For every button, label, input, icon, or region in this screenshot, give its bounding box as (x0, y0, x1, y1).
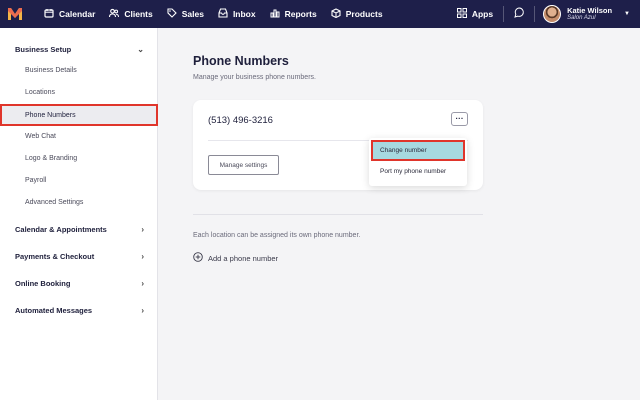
sidebar-item-label: Web Chat (25, 132, 56, 140)
chevron-right-icon: › (141, 305, 144, 315)
nav-inbox[interactable]: Inbox (218, 8, 256, 20)
sidebar-section-automated-messages[interactable]: Automated Messages › (0, 300, 158, 320)
nav-calendar-label: Calendar (59, 9, 96, 19)
sidebar-item-logo-branding[interactable]: Logo & Branding (0, 148, 158, 168)
sidebar-section-payments-checkout[interactable]: Payments & Checkout › (0, 246, 158, 266)
phone-options-menu: Change number Port my phone number (369, 138, 467, 186)
page-title: Phone Numbers (193, 54, 289, 68)
nav-calendar[interactable]: Calendar (44, 8, 95, 20)
avatar (543, 5, 562, 23)
more-options-button[interactable]: ··· (451, 112, 468, 126)
location-note: Each location can be assigned its own ph… (193, 232, 361, 239)
add-phone-label: Add a phone number (208, 253, 279, 263)
sidebar-item-label: Payroll (25, 176, 47, 184)
bar-chart-icon (270, 8, 280, 20)
sidebar-section-label: Automated Messages (15, 305, 93, 315)
sidebar-section-calendar-appointments[interactable]: Calendar & Appointments › (0, 219, 158, 239)
user-info: Katie Wilson Salon Azul (567, 7, 612, 21)
sidebar-item-phone-numbers[interactable]: Phone Numbers (0, 104, 158, 126)
page-subtitle: Manage your business phone numbers. (193, 74, 316, 81)
nav-sales-label: Sales (181, 9, 204, 19)
chat-bubble-icon (513, 5, 525, 23)
sidebar-item-business-details[interactable]: Business Details (0, 60, 158, 80)
menu-item-change-number[interactable]: Change number (371, 140, 465, 161)
sidebar-item-label: Phone Numbers (25, 111, 76, 119)
sidebar-item-label: Advanced Settings (25, 198, 84, 206)
tag-icon (167, 8, 177, 20)
apps-button[interactable]: Apps (447, 8, 503, 20)
plus-circle-icon (193, 252, 203, 264)
sidebar-section-label: Business Setup (15, 44, 72, 54)
nav-inbox-label: Inbox (232, 9, 256, 19)
settings-sidebar: Business Setup ⌄ Business Details Locati… (0, 28, 158, 400)
section-divider (193, 214, 483, 215)
user-name: Katie Wilson (567, 5, 613, 15)
brand-logo-icon[interactable] (0, 0, 30, 28)
apps-label: Apps (471, 9, 494, 19)
sidebar-item-label: Locations (25, 88, 55, 96)
nav-products-label: Products (345, 9, 383, 19)
chevron-right-icon: › (141, 251, 144, 261)
inbox-icon (218, 8, 228, 20)
menu-item-port-number[interactable]: Port my phone number (371, 161, 465, 182)
nav-reports[interactable]: Reports (270, 8, 317, 20)
chevron-right-icon: › (141, 224, 144, 234)
sidebar-item-payroll[interactable]: Payroll (0, 170, 158, 190)
topbar-right-area: Apps Katie Wilson Salon Azul ▼ (447, 0, 640, 28)
sidebar-item-label: Business Details (25, 66, 77, 74)
nav-clients-label: Clients (124, 9, 153, 19)
sidebar-section-business-setup[interactable]: Business Setup ⌄ (0, 39, 158, 59)
sidebar-item-locations[interactable]: Locations (0, 82, 158, 102)
sidebar-item-web-chat[interactable]: Web Chat (0, 126, 158, 146)
sidebar-section-label: Payments & Checkout (15, 251, 95, 261)
sidebar-section-label: Calendar & Appointments (15, 224, 107, 234)
sidebar-item-label: Logo & Branding (25, 154, 78, 162)
sidebar-section-online-booking[interactable]: Online Booking › (0, 273, 158, 293)
nav-sales[interactable]: Sales (167, 8, 204, 20)
user-menu[interactable]: Katie Wilson Salon Azul ▼ (535, 5, 640, 23)
apps-grid-icon (456, 8, 467, 20)
manage-settings-button[interactable]: Manage settings (208, 155, 279, 175)
clients-icon (109, 8, 120, 20)
add-phone-number-button[interactable]: Add a phone number (193, 252, 278, 264)
nav-products[interactable]: Products (331, 8, 383, 20)
phone-number-value: (513) 496-3216 (208, 115, 273, 126)
nav-clients[interactable]: Clients (109, 8, 153, 20)
main-content: Phone Numbers Manage your business phone… (159, 28, 640, 400)
top-navigation-bar: Calendar Clients Sales Inbox Reports Pro… (0, 0, 640, 28)
chevron-right-icon: › (141, 278, 144, 288)
box-icon (331, 8, 341, 20)
sidebar-section-label: Online Booking (15, 278, 71, 288)
user-salon: Salon Azul (567, 14, 596, 21)
sidebar-item-advanced-settings[interactable]: Advanced Settings (0, 192, 158, 212)
chevron-down-icon: ⌄ (137, 44, 144, 54)
chat-button[interactable] (504, 0, 534, 28)
calendar-icon (44, 8, 54, 20)
nav-reports-label: Reports (284, 9, 317, 19)
chevron-down-icon: ▼ (624, 11, 630, 17)
